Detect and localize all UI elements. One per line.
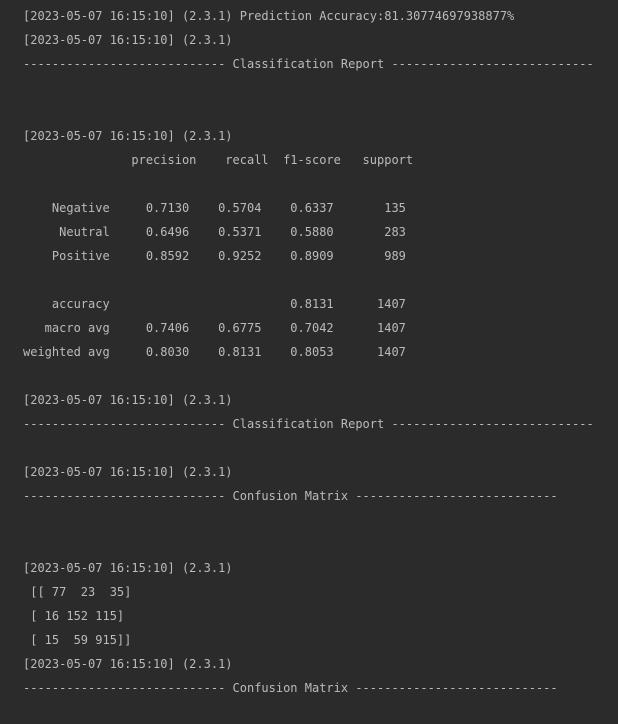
console-output: [2023-05-07 16:15:10] (2.3.1) Prediction… xyxy=(0,4,618,720)
log-line: [2023-05-07 16:15:10] (2.3.1) xyxy=(23,561,233,575)
log-line: [2023-05-07 16:15:10] (2.3.1) xyxy=(23,393,233,407)
matrix-row: [ 16 152 115] xyxy=(23,609,125,623)
report-row: macro avg 0.7406 0.6775 0.7042 1407 xyxy=(23,321,406,335)
matrix-row: [[ 77 23 35] xyxy=(23,585,132,599)
log-line: [2023-05-07 16:15:10] (2.3.1) Prediction… xyxy=(23,9,515,23)
log-separator: ---------------------------- Confusion M… xyxy=(23,681,558,695)
log-separator: ---------------------------- Classificat… xyxy=(23,57,594,71)
report-row: Neutral 0.6496 0.5371 0.5880 283 xyxy=(23,225,406,239)
log-separator: ---------------------------- Confusion M… xyxy=(23,489,558,503)
matrix-row: [ 15 59 915]] xyxy=(23,633,132,647)
log-line: [2023-05-07 16:15:10] (2.3.1) xyxy=(23,657,233,671)
report-row: Negative 0.7130 0.5704 0.6337 135 xyxy=(23,201,406,215)
report-row: weighted avg 0.8030 0.8131 0.8053 1407 xyxy=(23,345,406,359)
log-separator: ---------------------------- Classificat… xyxy=(23,417,594,431)
report-row: Positive 0.8592 0.9252 0.8909 989 xyxy=(23,249,406,263)
report-header: precision recall f1-score support xyxy=(23,153,414,167)
log-line: [2023-05-07 16:15:10] (2.3.1) xyxy=(23,33,233,47)
log-line: [2023-05-07 16:15:10] (2.3.1) xyxy=(23,465,233,479)
report-row: accuracy 0.8131 1407 xyxy=(23,297,406,311)
log-line: [2023-05-07 16:15:10] (2.3.1) xyxy=(23,129,233,143)
